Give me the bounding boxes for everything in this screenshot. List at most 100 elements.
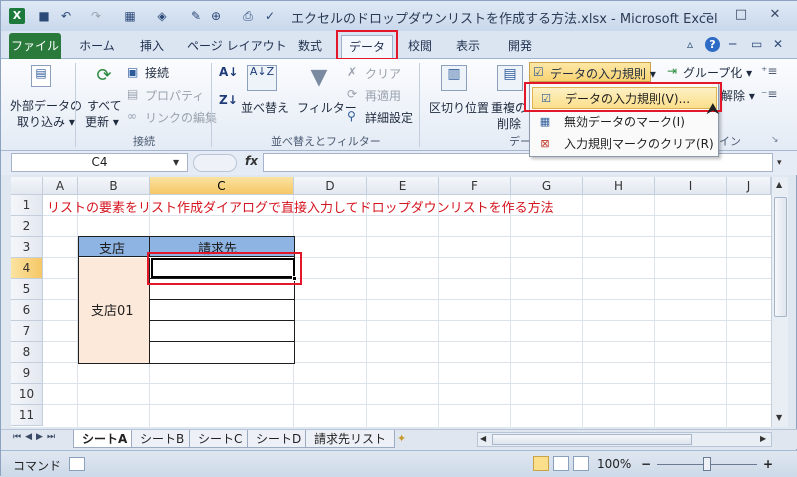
column-header[interactable]: E xyxy=(367,177,439,195)
maximize-button[interactable]: □ xyxy=(727,5,755,25)
sheet-tab-d[interactable]: シートD xyxy=(247,430,311,448)
edit-links-button[interactable]: リンクの編集 xyxy=(145,109,217,126)
horizontal-scrollbar[interactable]: ◀ ▶ xyxy=(477,432,772,447)
row-header[interactable]: 6 xyxy=(11,300,43,321)
zoom-slider-thumb[interactable] xyxy=(703,457,711,471)
sort-ascending-icon[interactable]: A↓ xyxy=(219,65,238,79)
help-icon[interactable]: ? xyxy=(705,37,720,52)
remove-duplicates-button[interactable]: 重複の xyxy=(491,99,527,116)
connections-button[interactable]: 接続 xyxy=(145,64,169,81)
column-header[interactable]: A xyxy=(43,177,78,195)
sheet-tab-billing-list[interactable]: 請求先リスト xyxy=(305,430,396,448)
refresh-all-button[interactable]: すべて xyxy=(87,97,122,114)
advanced-filter-button[interactable]: 詳細設定 xyxy=(365,109,413,126)
tab-formulas[interactable]: 数式 xyxy=(293,35,327,59)
spelling-icon[interactable]: ✓ xyxy=(263,9,277,23)
group-button[interactable]: グループ化 ▾ xyxy=(683,64,752,81)
minimize-button[interactable]: ─ xyxy=(693,5,721,25)
external-data-button-line2[interactable]: 取り込み ▾ xyxy=(17,113,75,130)
sheet-tab-b[interactable]: シートB xyxy=(131,430,194,448)
branch-merged-cell[interactable]: 支店01 xyxy=(79,258,150,363)
tab-insert[interactable]: 挿入 xyxy=(135,35,169,59)
name-box[interactable]: C4 xyxy=(11,153,188,172)
row-header[interactable]: 10 xyxy=(11,384,43,405)
scroll-right-icon[interactable]: ▶ xyxy=(760,434,766,443)
tab-view[interactable]: 表示 xyxy=(453,35,483,59)
row-header-selected[interactable]: 4 xyxy=(11,258,43,279)
tab-file[interactable]: ファイル xyxy=(9,33,61,59)
reapply-button[interactable]: 再適用 xyxy=(365,87,401,104)
worksheet-grid[interactable]: A B C D E F G H I J 1 2 3 4 5 6 7 8 9 10… xyxy=(11,177,771,427)
row-header[interactable]: 1 xyxy=(11,195,43,216)
sort-button[interactable]: 並べ替え xyxy=(241,99,289,116)
row-header[interactable]: 3 xyxy=(11,237,43,258)
select-all-corner[interactable] xyxy=(11,177,43,195)
zoom-out-button[interactable]: − xyxy=(641,457,651,471)
zoom-level[interactable]: 100% xyxy=(597,457,631,471)
save-icon[interactable]: ■ xyxy=(37,9,51,23)
sheet-tab-a[interactable]: シートA xyxy=(73,430,137,448)
column-header[interactable]: J xyxy=(727,177,771,195)
normal-view-icon[interactable] xyxy=(533,456,549,471)
undo-icon[interactable]: ↶ xyxy=(59,9,73,23)
sheet-tab-c[interactable]: シートC xyxy=(189,430,252,448)
tab-developer[interactable]: 開発 xyxy=(505,35,535,59)
row-header[interactable]: 2 xyxy=(11,216,43,237)
refresh-all-button-line2[interactable]: 更新 ▾ xyxy=(85,113,119,130)
external-data-button[interactable]: 外部データの xyxy=(10,97,82,114)
sheet-nav-icon[interactable]: ⏮◀▶⏭ xyxy=(13,432,59,442)
scroll-left-icon[interactable]: ◀ xyxy=(480,434,486,443)
column-header[interactable]: B xyxy=(78,177,150,195)
expand-formula-bar-icon[interactable]: ▾ xyxy=(777,158,782,168)
close-button[interactable]: ✕ xyxy=(761,5,789,25)
insert-sheet-icon[interactable]: ✦ xyxy=(397,432,406,445)
row-header[interactable]: 8 xyxy=(11,342,43,363)
doc-minimize-icon[interactable]: ─ xyxy=(729,37,736,51)
row-header[interactable]: 9 xyxy=(11,363,43,384)
macro-record-icon[interactable] xyxy=(69,457,85,471)
column-header-selected[interactable]: C xyxy=(150,177,294,195)
zoom-in-button[interactable]: + xyxy=(763,457,773,471)
table-header-branch[interactable]: 支店 xyxy=(79,237,150,257)
vertical-scrollbar[interactable]: ▲ ▼ xyxy=(771,177,788,427)
data-validation-button[interactable]: ☑ データの入力規則 ▾ xyxy=(529,62,656,82)
text-to-columns-button[interactable]: 区切り位置 xyxy=(429,99,489,116)
scroll-down-icon[interactable]: ▼ xyxy=(776,413,782,422)
ribbon-collapse-icon[interactable]: ▵ xyxy=(687,37,693,51)
borders-icon[interactable]: ▦ xyxy=(123,9,137,23)
page-break-view-icon[interactable] xyxy=(573,456,589,471)
horizontal-scroll-thumb[interactable] xyxy=(492,434,692,445)
doc-restore-icon[interactable]: ▭ xyxy=(751,37,762,51)
redo-icon[interactable]: ↷ xyxy=(89,9,103,23)
doc-close-icon[interactable]: ✕ xyxy=(773,37,783,51)
name-box-dropdown-icon[interactable]: ▼ xyxy=(173,158,179,167)
ungroup-button[interactable]: 解除 ▾ xyxy=(721,87,755,104)
column-header[interactable]: H xyxy=(583,177,655,195)
properties-button[interactable]: プロパティ xyxy=(145,87,204,104)
menu-item-circle-invalid[interactable]: ▦ 無効データのマーク(I) xyxy=(532,111,717,133)
print-preview-icon[interactable]: ⎙ xyxy=(241,9,255,23)
insert-function-icon[interactable]: fx xyxy=(245,154,258,168)
row-header[interactable]: 7 xyxy=(11,321,43,342)
zoom-icon[interactable]: ⊕ xyxy=(209,9,223,23)
tab-review[interactable]: 校閲 xyxy=(405,35,435,59)
row-header[interactable]: 11 xyxy=(11,405,43,426)
fill-color-icon[interactable]: ◈ xyxy=(155,9,169,23)
column-header[interactable]: D xyxy=(294,177,367,195)
column-header[interactable]: F xyxy=(439,177,511,195)
scroll-up-icon[interactable]: ▲ xyxy=(776,180,782,189)
menu-item-clear-circles[interactable]: ⊠ 入力規則マークのクリア(R) xyxy=(532,133,717,155)
tab-home[interactable]: ホーム xyxy=(75,35,119,59)
excel-app-icon[interactable]: X xyxy=(9,8,25,24)
hide-detail-icon[interactable]: ⁻≡ xyxy=(761,87,777,101)
clear-filter-button[interactable]: クリア xyxy=(365,65,401,82)
row-header[interactable]: 5 xyxy=(11,279,43,300)
sort-descending-icon[interactable]: Z↓ xyxy=(219,93,238,107)
dialog-launcher-icon[interactable]: ↘ xyxy=(771,135,779,145)
vertical-scroll-thumb[interactable] xyxy=(774,197,787,317)
remove-duplicates-button-line2[interactable]: 削除 xyxy=(497,115,521,132)
column-header[interactable]: I xyxy=(655,177,727,195)
format-painter-icon[interactable]: ✎ xyxy=(189,9,203,23)
show-detail-icon[interactable]: ⁺≡ xyxy=(761,64,777,78)
tab-page-layout[interactable]: ページ レイアウト xyxy=(187,35,287,59)
